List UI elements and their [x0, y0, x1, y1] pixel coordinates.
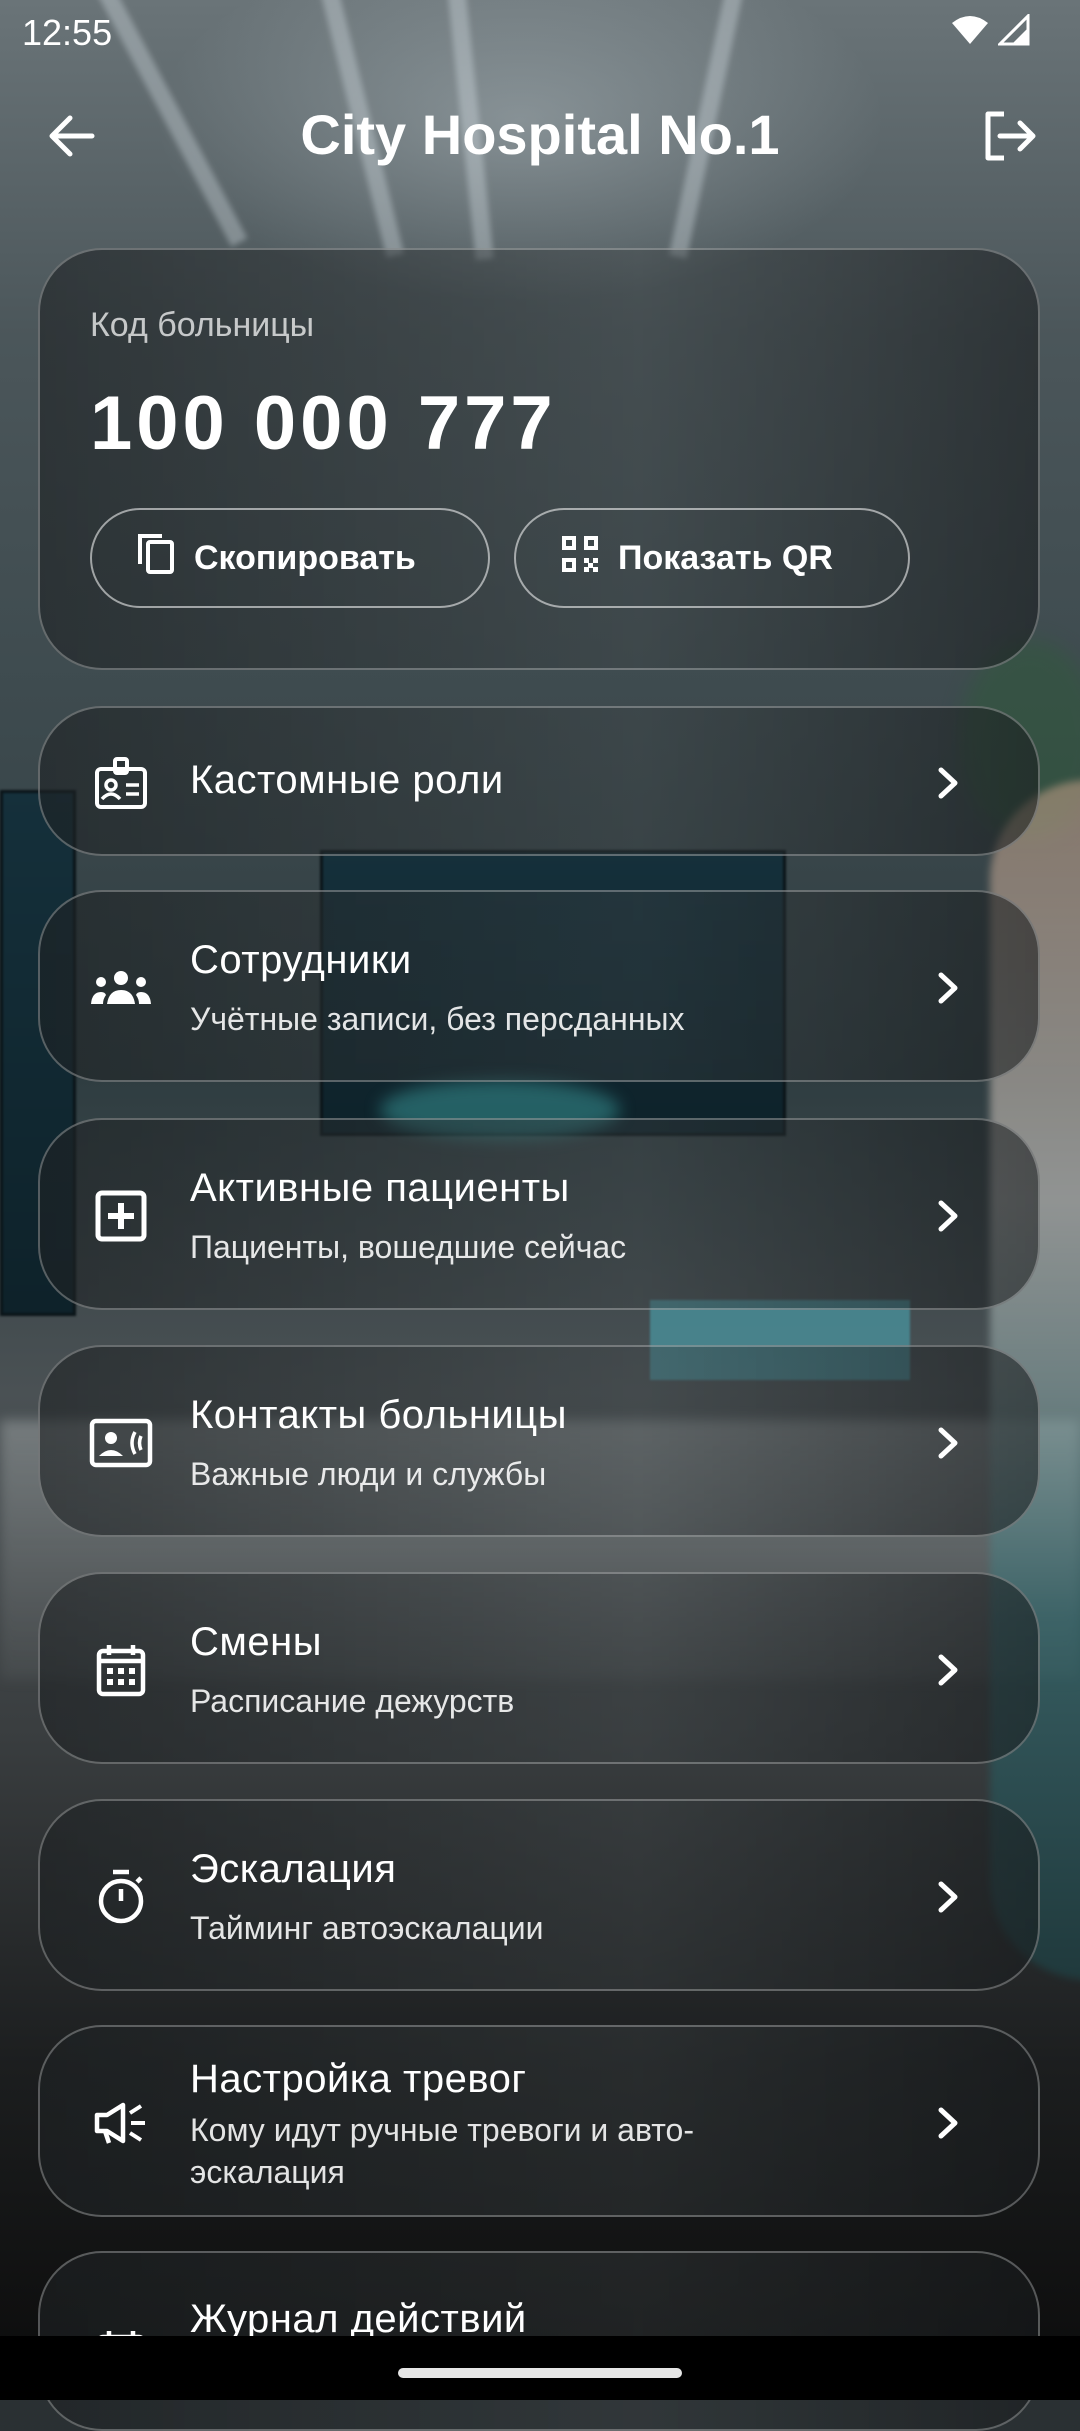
system-navigation-bar [0, 2336, 1080, 2400]
calendar-icon [88, 1637, 154, 1703]
menu-item-custom-roles[interactable]: Кастомные роли [38, 706, 1040, 856]
chevron-right-icon [928, 2103, 968, 2143]
copy-button[interactable]: Скопировать [90, 508, 490, 608]
status-time: 12:55 [22, 12, 113, 53]
status-bar: 12:55 [0, 0, 1080, 64]
menu-item-active-patients[interactable]: Активные пациенты Пациенты, вошедшие сей… [38, 1118, 1040, 1310]
hospital-code-value: 100 000 777 [90, 381, 557, 466]
badge-icon [88, 750, 154, 816]
home-gesture-handle[interactable] [398, 2368, 682, 2378]
menu-item-escalation[interactable]: Эскалация Тайминг автоэскалации [38, 1799, 1040, 1991]
logout-icon [982, 110, 1038, 167]
chevron-right-icon [928, 763, 968, 803]
medical-plus-icon [88, 1183, 154, 1249]
menu-item-subtitle: Кому идут ручные тревоги и авто-эскалаци… [190, 2112, 694, 2190]
chevron-right-icon [928, 1650, 968, 1690]
hospital-code-card: Код больницы 100 000 777 Скопировать Пок… [38, 248, 1040, 670]
qr-code-icon [560, 534, 600, 583]
wifi-icon [952, 15, 988, 50]
menu-item-title: Сотрудники [190, 938, 412, 982]
page-title: City Hospital No.1 [300, 103, 780, 166]
show-qr-button[interactable]: Показать QR [514, 508, 910, 608]
chevron-right-icon [928, 1423, 968, 1463]
menu-item-title: Активные пациенты [190, 1166, 570, 1210]
copy-button-label: Скопировать [194, 538, 416, 577]
signal-icon [996, 12, 1030, 51]
menu-item-hospital-contacts[interactable]: Контакты больницы Важные люди и службы [38, 1345, 1040, 1537]
logout-button[interactable] [974, 106, 1046, 170]
menu-item-subtitle: Важные люди и службы [190, 1456, 547, 1492]
contact-phone-icon [88, 1410, 154, 1476]
menu-item-title: Кастомные роли [190, 758, 504, 802]
chevron-right-icon [928, 968, 968, 1008]
app-bar: City Hospital No.1 [0, 80, 1080, 192]
chevron-right-icon [928, 1877, 968, 1917]
menu-item-alarm-settings[interactable]: Настройка тревог Кому идут ручные тревог… [38, 2025, 1040, 2217]
hospital-code-label: Код больницы [90, 306, 315, 344]
menu-item-title: Эскалация [190, 1847, 397, 1891]
menu-item-shifts[interactable]: Смены Расписание дежурств [38, 1572, 1040, 1764]
menu-item-title: Настройка тревог [190, 2057, 527, 2101]
group-icon [88, 955, 154, 1021]
menu-item-subtitle: Тайминг автоэскалации [190, 1910, 544, 1946]
chevron-right-icon [928, 1196, 968, 1236]
menu-item-subtitle: Учётные записи, без персданных [190, 1001, 685, 1037]
menu-item-subtitle: Пациенты, вошедшие сейчас [190, 1229, 627, 1265]
timer-icon [88, 1864, 154, 1930]
show-qr-label: Показать QR [618, 538, 833, 577]
menu-item-staff[interactable]: Сотрудники Учётные записи, без персданны… [38, 890, 1040, 1082]
menu-item-title: Смены [190, 1620, 322, 1664]
menu-item-title: Контакты больницы [190, 1393, 567, 1437]
campaign-icon [88, 2090, 154, 2156]
menu-item-subtitle: Расписание дежурств [190, 1683, 515, 1719]
copy-icon [136, 532, 176, 585]
